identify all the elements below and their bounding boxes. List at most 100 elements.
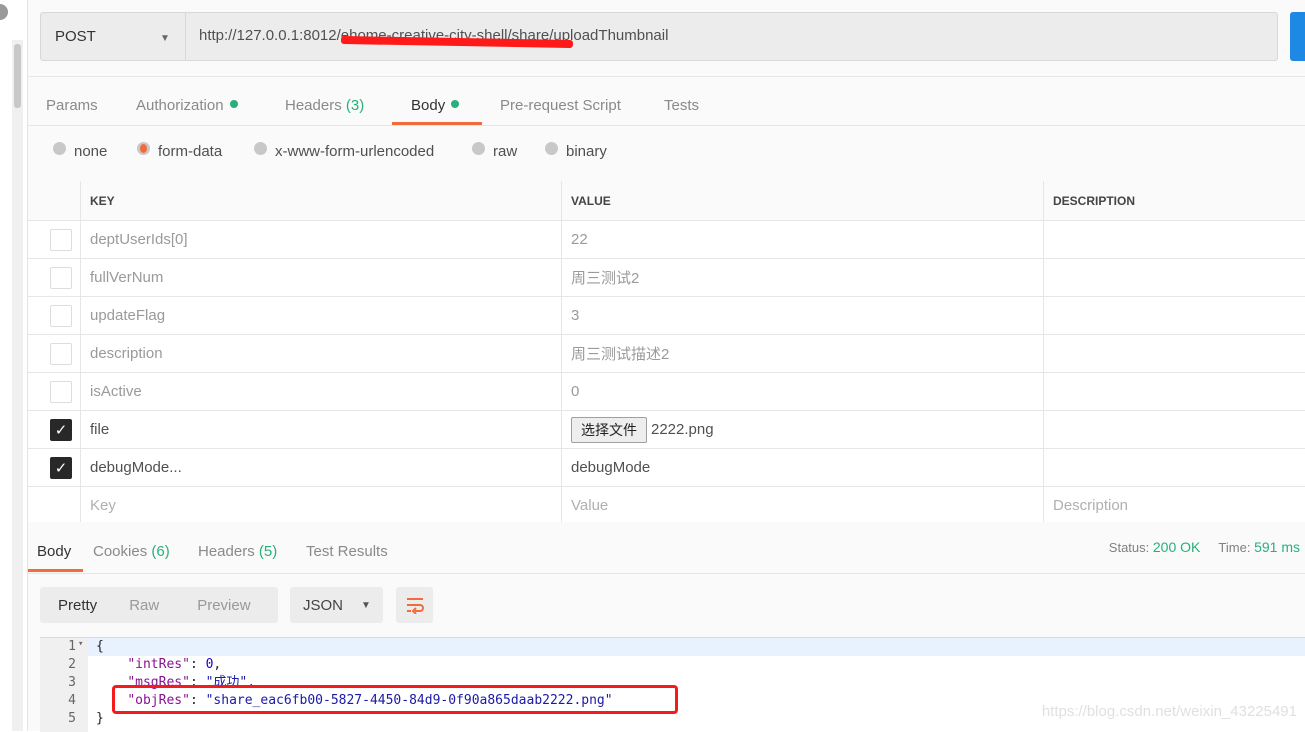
tab-authorization[interactable]: Authorization: [136, 97, 238, 114]
tab-pre-request-script[interactable]: Pre-request Script: [500, 97, 621, 114]
key-input[interactable]: Key: [80, 487, 561, 524]
description-cell[interactable]: [1043, 449, 1305, 486]
description-cell[interactable]: [1043, 259, 1305, 296]
checkbox[interactable]: [50, 304, 72, 327]
empty-cell: [28, 487, 80, 524]
radio-label: x-www-form-urlencoded: [275, 143, 435, 160]
tab-response-body[interactable]: Body: [37, 543, 71, 560]
radio-form-data[interactable]: form-data: [137, 142, 222, 160]
table-row: updateFlag 3: [28, 297, 1305, 335]
description-cell[interactable]: [1043, 297, 1305, 334]
brace: {: [96, 639, 104, 654]
description-cell[interactable]: [1043, 373, 1305, 410]
value-cell[interactable]: 周三测试描述2: [561, 335, 1043, 372]
radio-icon: [545, 142, 558, 155]
table-row-new: Key Value Description: [28, 487, 1305, 525]
sidebar-icon: [0, 4, 8, 20]
radio-icon: [254, 142, 267, 155]
line-number: 5: [68, 711, 76, 726]
line-number: 4: [68, 693, 76, 708]
form-data-table: KEY VALUE DESCRIPTION deptUserIds[0] 22 …: [28, 181, 1305, 525]
tab-headers[interactable]: Headers (3): [285, 97, 364, 114]
brace: }: [96, 711, 104, 726]
time-label: Time:: [1218, 540, 1251, 555]
radio-binary[interactable]: binary: [545, 142, 607, 160]
view-mode-group: Pretty Raw Preview: [40, 587, 278, 623]
radio-icon: [53, 142, 66, 155]
tab-test-results[interactable]: Test Results: [306, 543, 388, 560]
wrap-lines-button[interactable]: [396, 587, 433, 623]
code-line: "intRes": 0,: [127, 657, 222, 672]
tab-response-headers[interactable]: Headers (5): [198, 543, 277, 560]
tab-cookies[interactable]: Cookies (6): [93, 543, 170, 560]
view-raw-button[interactable]: Raw: [129, 597, 159, 614]
method-select[interactable]: POST ▼: [41, 13, 186, 60]
watermark: https://blog.csdn.net/weixin_43225491: [1041, 703, 1297, 720]
description-cell[interactable]: [1043, 221, 1305, 258]
description-cell[interactable]: [1043, 335, 1305, 372]
value-cell[interactable]: 0: [561, 373, 1043, 410]
radio-label: none: [74, 143, 108, 160]
radio-label: binary: [566, 143, 607, 160]
key-cell[interactable]: description: [80, 335, 561, 372]
status-dot-icon: [451, 100, 460, 108]
tab-label: Body: [411, 97, 446, 114]
checkbox-checked[interactable]: ✓: [50, 418, 72, 441]
key-cell[interactable]: updateFlag: [80, 297, 561, 334]
comma: ,: [213, 657, 222, 672]
choose-file-button[interactable]: 选择文件: [571, 416, 647, 443]
header-key: KEY: [80, 181, 561, 220]
checkbox[interactable]: [50, 342, 72, 365]
active-tab-indicator: [28, 569, 83, 572]
view-preview-button[interactable]: Preview: [197, 597, 250, 614]
checkbox[interactable]: [50, 228, 72, 251]
table-row: ✓ debugMode... debugMode: [28, 449, 1305, 487]
fold-icon[interactable]: ▾: [78, 639, 83, 649]
description-cell[interactable]: [1043, 411, 1305, 448]
format-select[interactable]: JSON ▼: [290, 587, 383, 623]
description-input[interactable]: Description: [1043, 487, 1305, 524]
sidebar-scrollbar[interactable]: [14, 44, 21, 108]
key-cell[interactable]: isActive: [80, 373, 561, 410]
highlight-box-annotation: [112, 685, 678, 714]
checkbox-cell: [28, 297, 80, 334]
tab-params[interactable]: Params: [46, 97, 98, 114]
value-input[interactable]: Value: [561, 487, 1043, 524]
radio-label: raw: [493, 143, 518, 160]
tab-tests[interactable]: Tests: [664, 97, 699, 114]
checkbox-cell: ✓: [28, 449, 80, 486]
chevron-down-icon: ▼: [160, 33, 170, 44]
value-text: 22: [571, 231, 588, 248]
value-cell[interactable]: 3: [561, 297, 1043, 334]
value-cell[interactable]: debugMode: [561, 449, 1043, 486]
sidebar-scrollbar-track[interactable]: [12, 40, 23, 731]
radio-none[interactable]: none: [53, 142, 108, 160]
value-cell[interactable]: 22: [561, 221, 1043, 258]
header-checkbox-cell: [28, 181, 80, 220]
url-bar: POST ▼ http://127.0.0.1:8012/ehome-creati…: [40, 12, 1278, 61]
send-button[interactable]: [1290, 12, 1305, 61]
checkbox-checked[interactable]: ✓: [50, 456, 72, 479]
radio-raw[interactable]: raw: [472, 142, 518, 160]
value-cell[interactable]: 周三测试2: [561, 259, 1043, 296]
key-cell[interactable]: file: [80, 411, 561, 448]
value-text: 2222.png: [651, 421, 714, 438]
view-pretty-button[interactable]: Pretty: [58, 597, 97, 614]
tab-body[interactable]: Body: [411, 97, 460, 114]
format-label: JSON: [303, 596, 344, 614]
checkbox-cell: [28, 335, 80, 372]
active-line-highlight: [40, 638, 1305, 656]
key-cell[interactable]: debugMode...: [80, 449, 561, 486]
value-cell[interactable]: 选择文件 2222.png: [561, 411, 1043, 448]
header-value: VALUE: [561, 181, 1043, 220]
json-key: "intRes": [127, 657, 190, 672]
tab-label: Headers: [198, 543, 255, 560]
response-tabs: Body Cookies (6) Headers (5) Test Result…: [28, 522, 1305, 574]
checkbox-cell: [28, 373, 80, 410]
checkbox[interactable]: [50, 380, 72, 403]
radio-x-www-form-urlencoded[interactable]: x-www-form-urlencoded: [254, 142, 435, 160]
active-tab-indicator: [392, 122, 482, 125]
key-cell[interactable]: fullVerNum: [80, 259, 561, 296]
key-cell[interactable]: deptUserIds[0]: [80, 221, 561, 258]
checkbox[interactable]: [50, 266, 72, 289]
